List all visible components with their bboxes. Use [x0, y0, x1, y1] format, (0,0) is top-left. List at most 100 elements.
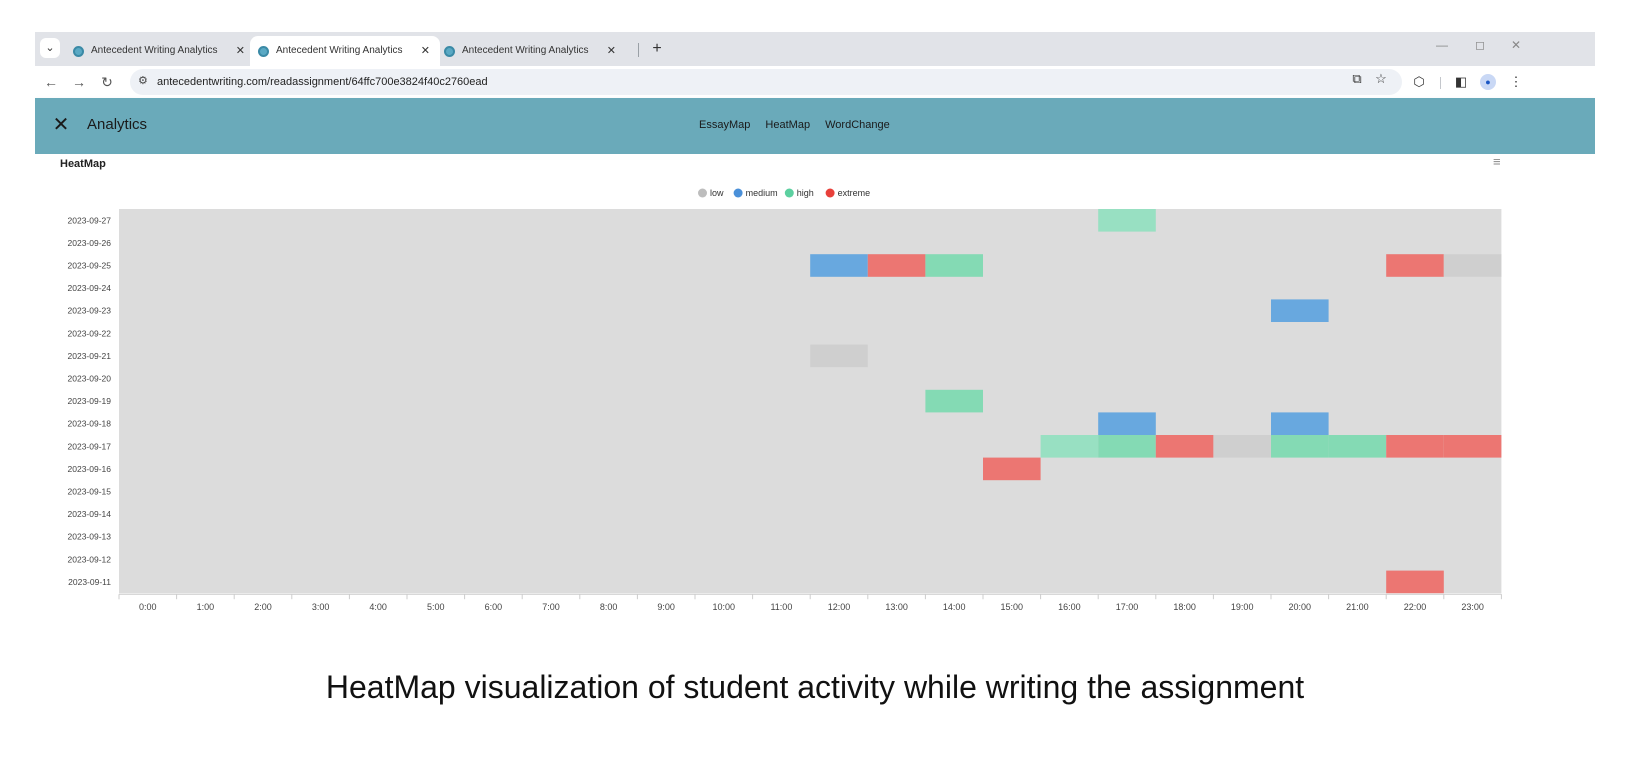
- chart-menu-icon[interactable]: ≡: [1493, 154, 1501, 169]
- close-icon[interactable]: ✕: [51, 112, 71, 138]
- back-icon[interactable]: ←: [41, 72, 61, 92]
- figure-caption: HeatMap visualization of student activit…: [325, 669, 1305, 705]
- x-tick-label: 14:00: [943, 602, 966, 612]
- heatmap-cell[interactable]: [925, 389, 983, 413]
- legend-label: medium: [746, 188, 778, 198]
- legend-label: low: [710, 188, 724, 198]
- y-tick-label: 2023-09-24: [68, 283, 112, 293]
- new-tab-icon[interactable]: +: [647, 36, 667, 62]
- x-tick-label: 10:00: [713, 602, 736, 612]
- heatmap-cell[interactable]: [1155, 435, 1214, 458]
- tab-2-active[interactable]: Antecedent Writing Analytics ✕: [250, 36, 440, 66]
- y-tick-label: 2023-09-12: [68, 554, 112, 564]
- heatmap-cell[interactable]: [1386, 254, 1444, 277]
- x-tick-label: 22:00: [1404, 602, 1427, 612]
- x-tick-label: 12:00: [828, 602, 851, 612]
- x-tick-label: 17:00: [1116, 602, 1139, 612]
- x-tick-label: 9:00: [657, 602, 675, 612]
- heatmap-cell[interactable]: [1098, 435, 1156, 458]
- legend-marker: [825, 188, 835, 198]
- heatmap-cell[interactable]: [1271, 435, 1329, 458]
- browser-window: ⌄ Antecedent Writing Analytics ✕ Anteced…: [35, 32, 1595, 662]
- heatmap-cell[interactable]: [867, 254, 926, 277]
- heatmap-cell[interactable]: [983, 457, 1041, 481]
- heatmap-chart: 2023-09-27 2023-09-26 2023-09-25 2023-09-24…: [35, 154, 1595, 662]
- legend-item-high[interactable]: high: [784, 188, 814, 198]
- heatmap-cell[interactable]: [1040, 435, 1099, 458]
- nav-wordchange[interactable]: WordChange: [825, 119, 890, 131]
- x-tick-label: 16:00: [1058, 602, 1081, 612]
- x-tick-label: 13:00: [885, 602, 908, 612]
- y-tick-label: 2023-09-19: [68, 396, 112, 406]
- profile-avatar-icon[interactable]: ●: [1480, 74, 1496, 90]
- favicon-icon: [444, 46, 455, 57]
- heatmap-cell[interactable]: [1328, 435, 1387, 458]
- chart-title: HeatMap: [60, 158, 106, 170]
- y-tick-label: 2023-09-17: [68, 441, 112, 451]
- legend-marker: [784, 188, 794, 198]
- more-menu-icon[interactable]: ⋮: [1507, 74, 1525, 90]
- close-icon[interactable]: ✕: [236, 36, 245, 66]
- x-tick-label: 6:00: [485, 602, 503, 612]
- y-tick-label: 2023-09-18: [68, 419, 112, 429]
- x-tick-label: 0:00: [139, 602, 157, 612]
- heatmap-cell[interactable]: [1443, 254, 1502, 277]
- legend-marker: [733, 188, 743, 198]
- favicon-icon: [258, 46, 269, 57]
- heatmap-cell[interactable]: [1386, 435, 1444, 458]
- legend-item-medium[interactable]: medium: [733, 188, 778, 198]
- y-tick-label: 2023-09-21: [68, 351, 112, 361]
- x-tick-label: 3:00: [312, 602, 330, 612]
- heatmap-cell[interactable]: [1213, 435, 1271, 458]
- url-text[interactable]: antecedentwriting.com/readassignment/64f…: [157, 69, 488, 95]
- x-tick-label: 2:00: [254, 602, 272, 612]
- address-bar: ← → ↻ ⚙ antecedentwriting.com/readassign…: [35, 66, 1595, 98]
- tab-title: Antecedent Writing Analytics: [276, 45, 403, 56]
- close-icon[interactable]: ✕: [607, 36, 616, 66]
- bookmark-star-icon[interactable]: ☆: [1372, 71, 1390, 87]
- reload-icon[interactable]: ↻: [97, 72, 117, 92]
- extensions-icon[interactable]: ⬡: [1410, 74, 1428, 90]
- tab-search-icon[interactable]: ⌄: [40, 38, 60, 58]
- x-tick-label: 23:00: [1461, 602, 1484, 612]
- heatmap-cell[interactable]: [1098, 209, 1156, 232]
- window-close-icon[interactable]: ✕: [1506, 38, 1526, 52]
- tab-title: Antecedent Writing Analytics: [462, 45, 589, 56]
- heatmap-cell[interactable]: [1271, 299, 1329, 322]
- legend-item-extreme[interactable]: extreme: [825, 188, 871, 198]
- heatmap-cell[interactable]: [810, 254, 868, 277]
- x-tick-label: 1:00: [197, 602, 215, 612]
- x-tick-label: 11:00: [770, 602, 792, 612]
- y-tick-label: 2023-09-15: [68, 487, 112, 497]
- y-tick-label: 2023-09-26: [68, 238, 112, 248]
- y-tick-label: 2023-09-27: [68, 215, 112, 225]
- forward-icon[interactable]: →: [69, 72, 89, 92]
- x-tick-label: 21:00: [1346, 602, 1369, 612]
- side-panel-icon[interactable]: ◧: [1452, 74, 1470, 90]
- heatmap-cell[interactable]: [1271, 412, 1329, 435]
- legend-item-low[interactable]: low: [698, 188, 724, 198]
- tab-1[interactable]: Antecedent Writing Analytics ✕: [65, 36, 255, 66]
- x-tick-label: 4:00: [369, 602, 387, 612]
- heatmap-cell[interactable]: [1098, 412, 1156, 435]
- install-icon[interactable]: ⧉: [1348, 71, 1366, 87]
- close-icon[interactable]: ✕: [421, 36, 430, 66]
- restore-icon[interactable]: ◻: [1470, 38, 1490, 52]
- tab-title: Antecedent Writing Analytics: [91, 45, 218, 56]
- tab-strip: ⌄ Antecedent Writing Analytics ✕ Anteced…: [35, 32, 1595, 66]
- app-title: Analytics: [87, 116, 148, 133]
- y-tick-label: 2023-09-11: [68, 577, 111, 587]
- tab-3[interactable]: Antecedent Writing Analytics ✕: [436, 36, 626, 66]
- heatmap-cell[interactable]: [810, 344, 868, 368]
- heatmap-cell[interactable]: [1443, 435, 1502, 458]
- heatmap-cell[interactable]: [1386, 570, 1444, 594]
- site-info-icon[interactable]: ⚙: [138, 74, 148, 87]
- nav-essaymap[interactable]: EssayMap: [699, 119, 750, 131]
- toolbar-separator: [1440, 77, 1441, 89]
- url-field[interactable]: ⚙ antecedentwriting.com/readassignment/6…: [130, 69, 1402, 95]
- legend-marker: [698, 188, 707, 198]
- x-tick-label: 7:00: [542, 602, 560, 612]
- heatmap-cell[interactable]: [925, 254, 983, 277]
- nav-heatmap[interactable]: HeatMap: [765, 119, 810, 131]
- minimize-icon[interactable]: —: [1432, 38, 1452, 52]
